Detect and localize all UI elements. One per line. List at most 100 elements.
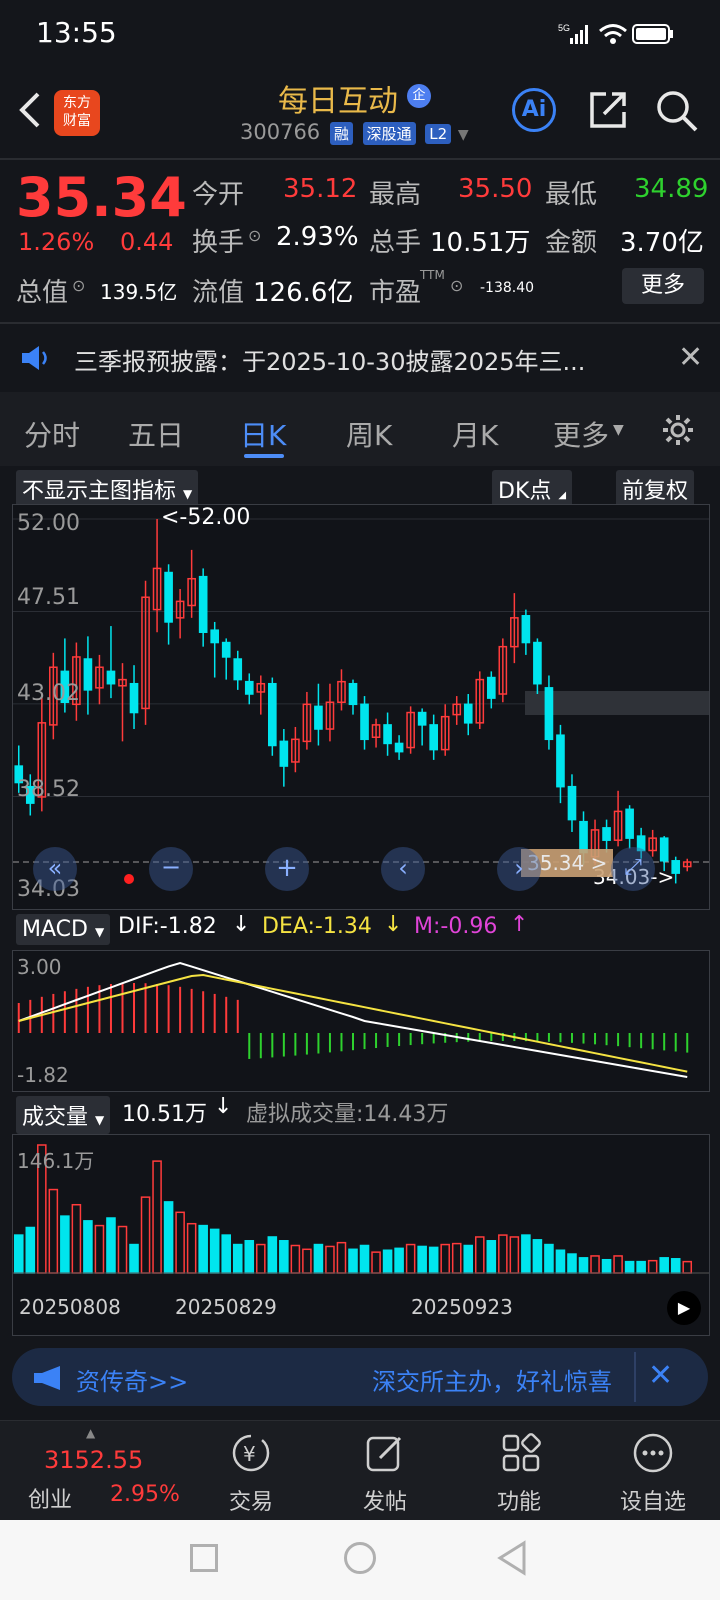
candle-body	[533, 641, 542, 685]
candle-body	[210, 629, 220, 644]
volume-bar	[509, 1236, 520, 1274]
share-icon[interactable]	[586, 88, 630, 136]
tab-five-day[interactable]: 五日	[128, 414, 184, 454]
candle-body	[394, 742, 404, 753]
dropdown-icon[interactable]: ▼	[613, 422, 624, 438]
more-button[interactable]: 更多	[622, 268, 704, 304]
tab-intraday[interactable]: 分时	[24, 414, 80, 454]
volume-bar	[567, 1253, 577, 1274]
fullscreen-icon[interactable]: ⤢	[611, 847, 655, 891]
volume-bar	[624, 1260, 635, 1274]
volume-bar	[555, 1249, 566, 1274]
scroll-left-far-icon[interactable]: «	[33, 847, 77, 891]
dea-line	[18, 973, 688, 1073]
dea-value: DEA:-1.34	[262, 914, 372, 939]
recent-apps-icon[interactable]	[190, 1544, 218, 1572]
volume-bar	[636, 1260, 646, 1274]
volume-bar	[440, 1243, 450, 1274]
y-tick-label: -1.82	[17, 1063, 69, 1087]
nav-watchlist[interactable]: 设自选	[598, 1484, 708, 1516]
tab-daily-k[interactable]: 日K	[240, 414, 286, 454]
index-change[interactable]: 2.95%	[110, 1482, 180, 1507]
ad-right-text: 深交所主办，好礼惊喜	[372, 1368, 612, 1396]
candle-body	[221, 641, 231, 658]
info-icon[interactable]: ⊙	[72, 276, 85, 295]
divider	[634, 1352, 636, 1402]
open-value: 35.12	[283, 174, 358, 204]
scroll-right-icon[interactable]: ›	[497, 847, 541, 891]
zoom-in-icon[interactable]: +	[265, 847, 309, 891]
pe-superscript: TTM	[420, 268, 445, 282]
candle-body	[348, 682, 358, 706]
candle-body	[244, 680, 254, 695]
zoom-out-icon[interactable]: −	[149, 847, 193, 891]
back-icon[interactable]	[16, 90, 44, 134]
volume-select[interactable]: 成交量 ▼	[16, 1096, 111, 1134]
macd-label: MACD	[22, 917, 88, 942]
candle-body	[602, 827, 611, 841]
level2-tag: L2	[425, 124, 452, 144]
index-name[interactable]: 创业	[28, 1482, 72, 1514]
nav-trade[interactable]: 交易	[196, 1484, 306, 1516]
ai-button[interactable]: Ai	[512, 88, 556, 132]
index-value[interactable]: 3152.55	[44, 1446, 143, 1474]
close-icon[interactable]: ✕	[648, 1358, 673, 1393]
volume-bar	[129, 1243, 139, 1274]
volume-bar	[647, 1259, 658, 1274]
post-icon[interactable]	[364, 1432, 406, 1478]
y-tick-label: 43.02	[17, 681, 80, 706]
macd-panel[interactable]: 3.00 -1.82	[12, 950, 710, 1092]
info-icon[interactable]: ⊙	[450, 276, 463, 295]
candle-body	[164, 571, 173, 623]
search-icon[interactable]	[654, 88, 700, 138]
x-tick-label: 20250829	[175, 1295, 277, 1319]
info-icon[interactable]: ⊙	[248, 226, 261, 245]
volume-bar	[578, 1257, 589, 1274]
amount-label: 金额	[545, 228, 598, 258]
tab-monthly-k[interactable]: 月K	[452, 414, 498, 454]
close-icon[interactable]: ✕	[678, 340, 703, 375]
candle-body	[360, 703, 369, 741]
volume-panel[interactable]: 146.1万 20250808 20250829 20250923 ▶	[12, 1134, 710, 1336]
candle-body	[625, 808, 634, 839]
functions-icon[interactable]	[500, 1432, 542, 1478]
dk-point-button[interactable]: DK点 ◢	[492, 470, 573, 508]
volume-bar	[336, 1241, 347, 1274]
volume-bar	[498, 1234, 508, 1274]
nav-post[interactable]: 发帖	[330, 1484, 440, 1516]
back-nav-icon[interactable]	[496, 1540, 528, 1580]
dropdown-icon[interactable]: ▼	[458, 127, 469, 143]
notice-bar[interactable]: 三季报预披露：于2025-10-30披露2025年三... ✕	[0, 324, 720, 392]
volume-bar	[163, 1201, 174, 1274]
scroll-left-icon[interactable]: ‹	[381, 847, 425, 891]
y-tick-label: 3.00	[17, 955, 62, 979]
caret-up-icon: ▲	[86, 1426, 96, 1440]
home-icon[interactable]	[344, 1542, 376, 1574]
candle-body	[544, 687, 554, 741]
x-tick-label: 20250808	[19, 1295, 121, 1319]
change-amount: 0.44	[120, 228, 174, 256]
wifi-icon	[598, 22, 628, 50]
volume-bar	[60, 1215, 70, 1274]
ad-banner[interactable]: 资传奇>> 深交所主办，好礼惊喜 ✕	[12, 1348, 708, 1406]
play-icon[interactable]: ▶	[667, 1291, 701, 1325]
m-value: M:-0.96	[414, 914, 498, 939]
nav-functions[interactable]: 功能	[464, 1484, 574, 1516]
volume-bar	[590, 1255, 600, 1274]
tab-weekly-k[interactable]: 周K	[346, 414, 392, 454]
macd-select[interactable]: MACD ▼	[16, 914, 111, 945]
tab-more[interactable]: 更多	[553, 414, 609, 454]
kline-panel[interactable]: 52.00 47.51 43.02 38.52 34.03 <-52.00 34…	[12, 504, 710, 910]
volume-bar	[682, 1260, 693, 1274]
virtual-volume: 虚拟成交量:14.43万	[246, 1102, 449, 1127]
trade-icon[interactable]: ¥	[230, 1432, 272, 1478]
main-indicator-select[interactable]: 不显示主图指标 ▼	[16, 470, 199, 508]
candle-body	[521, 615, 531, 644]
add-watchlist-icon[interactable]	[632, 1432, 674, 1478]
volume-bar	[325, 1245, 335, 1274]
speaker-icon	[20, 344, 52, 376]
candle-body	[279, 740, 289, 767]
adjust-button[interactable]: 前复权	[616, 470, 695, 508]
gear-icon[interactable]	[660, 412, 696, 452]
mktcap-label: 总值	[16, 278, 69, 308]
